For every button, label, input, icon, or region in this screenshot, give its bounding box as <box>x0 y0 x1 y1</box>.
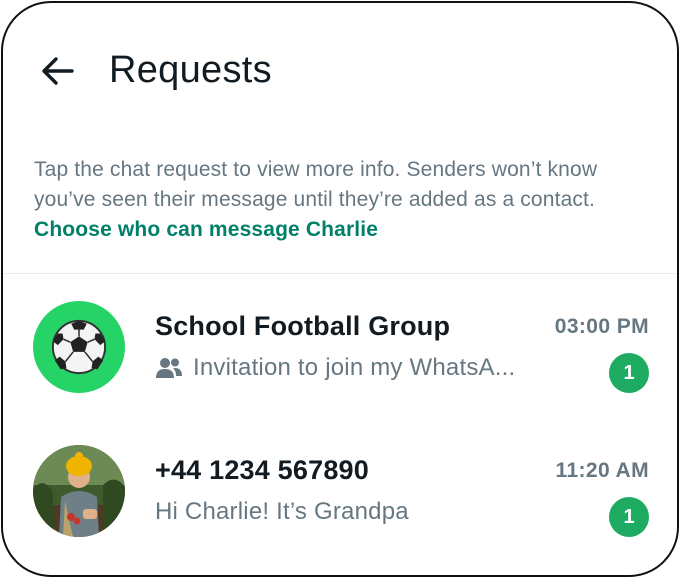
request-row[interactable]: +44 1234 567890 11:20 AM Hi Charlie! It’… <box>3 443 677 543</box>
message-preview: Hi Charlie! It’s Grandpa <box>155 498 555 526</box>
divider <box>3 273 677 274</box>
contact-name: +44 1234 567890 <box>155 455 369 485</box>
page-title: Requests <box>109 49 272 91</box>
group-avatar <box>33 301 125 393</box>
top-bar: Requests <box>3 3 677 123</box>
unread-badge: 1 <box>609 353 649 393</box>
message-time: 11:20 AM <box>555 459 649 482</box>
avatar <box>33 445 125 537</box>
info-text: Tap the chat request to view more info. … <box>34 158 598 211</box>
soccer-ball-icon <box>51 319 107 375</box>
unread-badge: 1 <box>609 497 649 537</box>
back-button[interactable] <box>37 51 77 91</box>
preview-text: Invitation to join my WhatsA... <box>193 354 516 381</box>
group-icon <box>155 357 183 379</box>
info-section: Tap the chat request to view more info. … <box>34 155 664 245</box>
request-row[interactable]: School Football Group 03:00 PM Invitatio… <box>3 299 677 399</box>
message-preview: Invitation to join my WhatsA... <box>155 354 555 382</box>
arrow-left-icon <box>42 57 74 85</box>
app-window: Requests Tap the chat request to view mo… <box>1 1 679 577</box>
preview-text: Hi Charlie! It’s Grandpa <box>155 498 409 525</box>
choose-who-can-message-link[interactable]: Choose who can message Charlie <box>34 215 664 245</box>
message-time: 03:00 PM <box>554 315 649 338</box>
person-photo-avatar <box>33 445 125 537</box>
contact-name: School Football Group <box>155 311 451 341</box>
